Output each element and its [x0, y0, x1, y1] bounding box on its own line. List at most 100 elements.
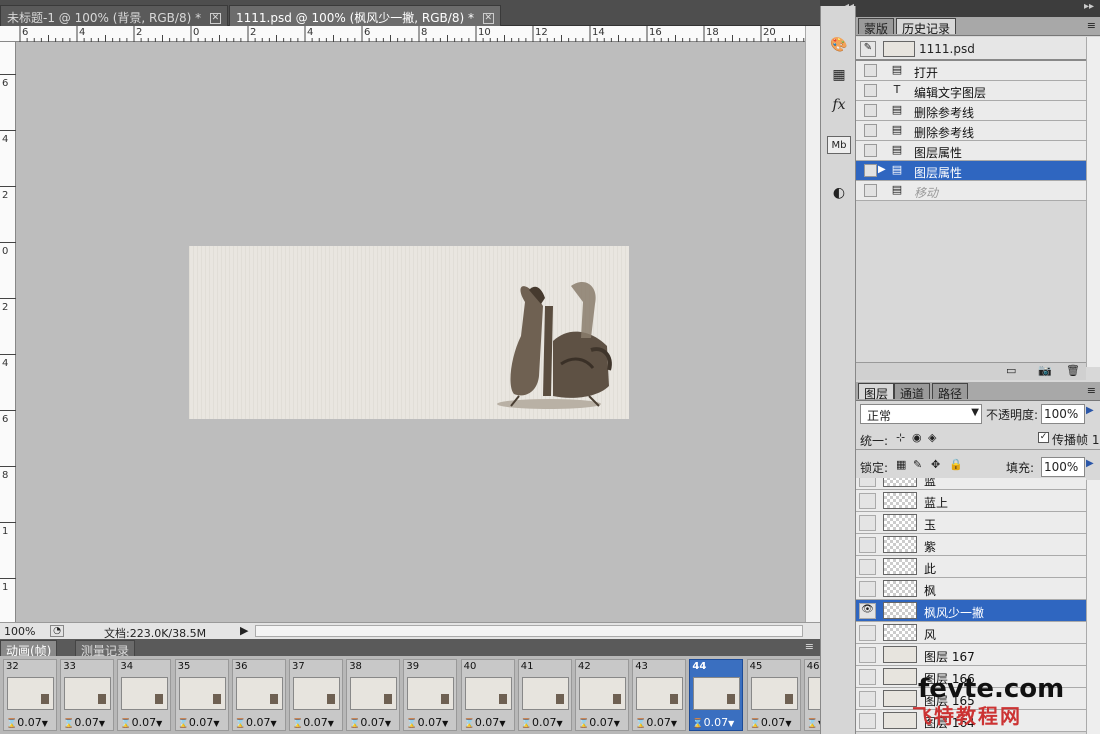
- animation-frame[interactable]: 45 ⌛0.07▼: [746, 659, 801, 731]
- visibility-toggle[interactable]: [859, 713, 876, 729]
- palette-icon[interactable]: 🎨: [827, 34, 851, 56]
- tab-history[interactable]: 历史记录: [896, 18, 957, 36]
- animation-frame[interactable]: 33 ⌛0.07▼: [60, 659, 115, 731]
- panel-menu-icon[interactable]: ≡: [1087, 384, 1096, 397]
- frame-delay[interactable]: ⌛0.07▼: [120, 716, 162, 729]
- tab-channels[interactable]: 通道: [894, 383, 931, 401]
- animation-frame[interactable]: 38 ⌛0.07▼: [346, 659, 401, 731]
- adjustments-icon[interactable]: ◐: [827, 182, 851, 204]
- tab-animation-frames[interactable]: 动画(帧): [0, 640, 58, 658]
- zoom-icon[interactable]: ◔: [50, 625, 64, 637]
- history-snapshot-checkbox[interactable]: [864, 184, 877, 197]
- history-item[interactable]: ▤ 删除参考线: [856, 101, 1086, 121]
- history-snapshot-checkbox[interactable]: [864, 144, 877, 157]
- zoom-level[interactable]: 100%: [4, 625, 35, 638]
- history-item[interactable]: T 编辑文字图层: [856, 81, 1086, 101]
- visibility-toggle[interactable]: [859, 625, 876, 641]
- layer-row[interactable]: 蓝上: [856, 490, 1086, 512]
- horizontal-ruler[interactable]: 6 4 2 0 2 4 6 8 10 12 14 16 18 20: [0, 26, 805, 42]
- layer-row[interactable]: 枫: [856, 578, 1086, 600]
- animation-frame[interactable]: 40 ⌛0.07▼: [460, 659, 515, 731]
- visibility-toggle[interactable]: [859, 691, 876, 707]
- frame-delay[interactable]: ⌛0.07▼: [521, 716, 563, 729]
- eye-icon[interactable]: 👁: [859, 603, 876, 619]
- history-snapshot-row[interactable]: ✎ 1111.psd: [856, 37, 1086, 61]
- frame-delay[interactable]: ⌛0.07▼: [178, 716, 220, 729]
- layers-scrollbar[interactable]: [1086, 480, 1100, 734]
- frame-delay[interactable]: ⌛0.07▼: [406, 716, 448, 729]
- visibility-toggle[interactable]: [859, 669, 876, 685]
- animation-frame[interactable]: 37 ⌛0.07▼: [289, 659, 343, 731]
- frame-delay[interactable]: ⌛0.07▼: [292, 716, 334, 729]
- opacity-field[interactable]: 100%: [1041, 404, 1085, 424]
- canvas-vertical-scrollbar[interactable]: [805, 26, 820, 622]
- lock-transparency-icon[interactable]: ▦: [896, 458, 906, 471]
- fx-styles-icon[interactable]: fx: [827, 94, 851, 116]
- visibility-toggle[interactable]: [859, 581, 876, 597]
- layer-row[interactable]: 👁 枫风少一撇: [856, 600, 1086, 622]
- history-snapshot-checkbox[interactable]: [864, 164, 877, 177]
- unify-visibility-icon[interactable]: ◉: [912, 431, 922, 444]
- animation-frame[interactable]: 41 ⌛0.07▼: [517, 659, 572, 731]
- animation-frame[interactable]: 46 ⌛▼: [803, 659, 820, 731]
- canvas-horizontal-scrollbar[interactable]: [255, 625, 803, 637]
- panel-menu-icon[interactable]: ≡: [805, 640, 814, 653]
- frame-delay[interactable]: ⌛0.07▼: [235, 716, 277, 729]
- animation-frame[interactable]: 32 ⌛0.07▼: [3, 659, 57, 731]
- lock-brush-icon[interactable]: ✎: [913, 458, 922, 471]
- animation-frame[interactable]: 39 ⌛0.07▼: [403, 659, 458, 731]
- animation-frame[interactable]: 42 ⌛0.07▼: [575, 659, 629, 731]
- doc-tab-untitled[interactable]: 未标题-1 @ 100% (背景, RGB/8) * ✕: [0, 5, 228, 26]
- visibility-toggle[interactable]: [859, 647, 876, 663]
- history-snapshot-checkbox[interactable]: [864, 64, 877, 77]
- animation-frame[interactable]: 43 ⌛0.07▼: [632, 659, 687, 731]
- tab-measurement-log[interactable]: 测量记录: [75, 640, 136, 658]
- animation-frame[interactable]: 34 ⌛0.07▼: [117, 659, 172, 731]
- document-image[interactable]: [189, 246, 629, 419]
- visibility-toggle[interactable]: [859, 559, 876, 575]
- tab-masks[interactable]: 蒙版: [858, 18, 895, 36]
- frame-delay[interactable]: ⌛▼: [807, 716, 820, 729]
- animation-frame[interactable]: 44 ⌛0.07▼: [689, 659, 744, 731]
- fill-slider-arrow-icon[interactable]: ▶: [1086, 458, 1094, 469]
- doc-tab-1111-psd[interactable]: 1111.psd @ 100% (枫风少一撇, RGB/8) * ✕: [229, 5, 501, 26]
- tab-paths[interactable]: 路径: [932, 383, 969, 401]
- new-snapshot-icon[interactable]: 📷: [1038, 364, 1052, 377]
- fill-field[interactable]: 100%: [1041, 457, 1085, 477]
- propagate-checkbox[interactable]: ✓: [1038, 432, 1049, 443]
- panel-menu-icon[interactable]: ≡: [1087, 19, 1096, 32]
- layer-row[interactable]: 风: [856, 622, 1086, 644]
- close-icon[interactable]: ✕: [209, 13, 221, 24]
- new-document-icon[interactable]: ▭: [1006, 364, 1016, 377]
- frame-delay[interactable]: ⌛0.07▼: [464, 716, 506, 729]
- frame-delay[interactable]: ⌛0.07▼: [578, 716, 620, 729]
- swatches-icon[interactable]: ▦: [827, 64, 851, 86]
- frame-delay[interactable]: ⌛0.07▼: [635, 716, 677, 729]
- lock-position-icon[interactable]: ✥: [931, 458, 940, 471]
- visibility-toggle[interactable]: [859, 515, 876, 531]
- canvas-area[interactable]: [16, 42, 805, 622]
- history-snapshot-checkbox[interactable]: [864, 124, 877, 137]
- animation-frame[interactable]: 36 ⌛0.07▼: [231, 659, 286, 731]
- status-menu-arrow-icon[interactable]: ▶: [240, 624, 248, 637]
- opacity-slider-arrow-icon[interactable]: ▶: [1086, 405, 1094, 416]
- blend-mode-select[interactable]: 正常 ▼: [860, 404, 982, 424]
- frame-delay[interactable]: ⌛0.07▼: [349, 716, 391, 729]
- layer-row[interactable]: 图层 167: [856, 644, 1086, 666]
- animation-frame[interactable]: 35 ⌛0.07▼: [174, 659, 229, 731]
- layer-row[interactable]: 蓝: [856, 478, 1086, 490]
- vertical-ruler[interactable]: 64202468111: [0, 42, 16, 649]
- unify-style-icon[interactable]: ◈: [928, 431, 936, 444]
- layer-row[interactable]: 玉: [856, 512, 1086, 534]
- frame-delay[interactable]: ⌛0.07▼: [6, 716, 48, 729]
- lock-all-icon[interactable]: 🔒: [949, 458, 963, 471]
- history-item[interactable]: ▤ 图层属性: [856, 141, 1086, 161]
- visibility-toggle[interactable]: [859, 493, 876, 509]
- history-brush-icon[interactable]: ✎: [860, 41, 876, 57]
- history-item[interactable]: ▤ 删除参考线: [856, 121, 1086, 141]
- history-snapshot-checkbox[interactable]: [864, 104, 877, 117]
- layer-row[interactable]: 紫: [856, 534, 1086, 556]
- history-item[interactable]: ▤ 移动: [856, 181, 1086, 201]
- layer-row[interactable]: 此: [856, 556, 1086, 578]
- collapse-right-icon[interactable]: ▸▸: [1084, 1, 1094, 12]
